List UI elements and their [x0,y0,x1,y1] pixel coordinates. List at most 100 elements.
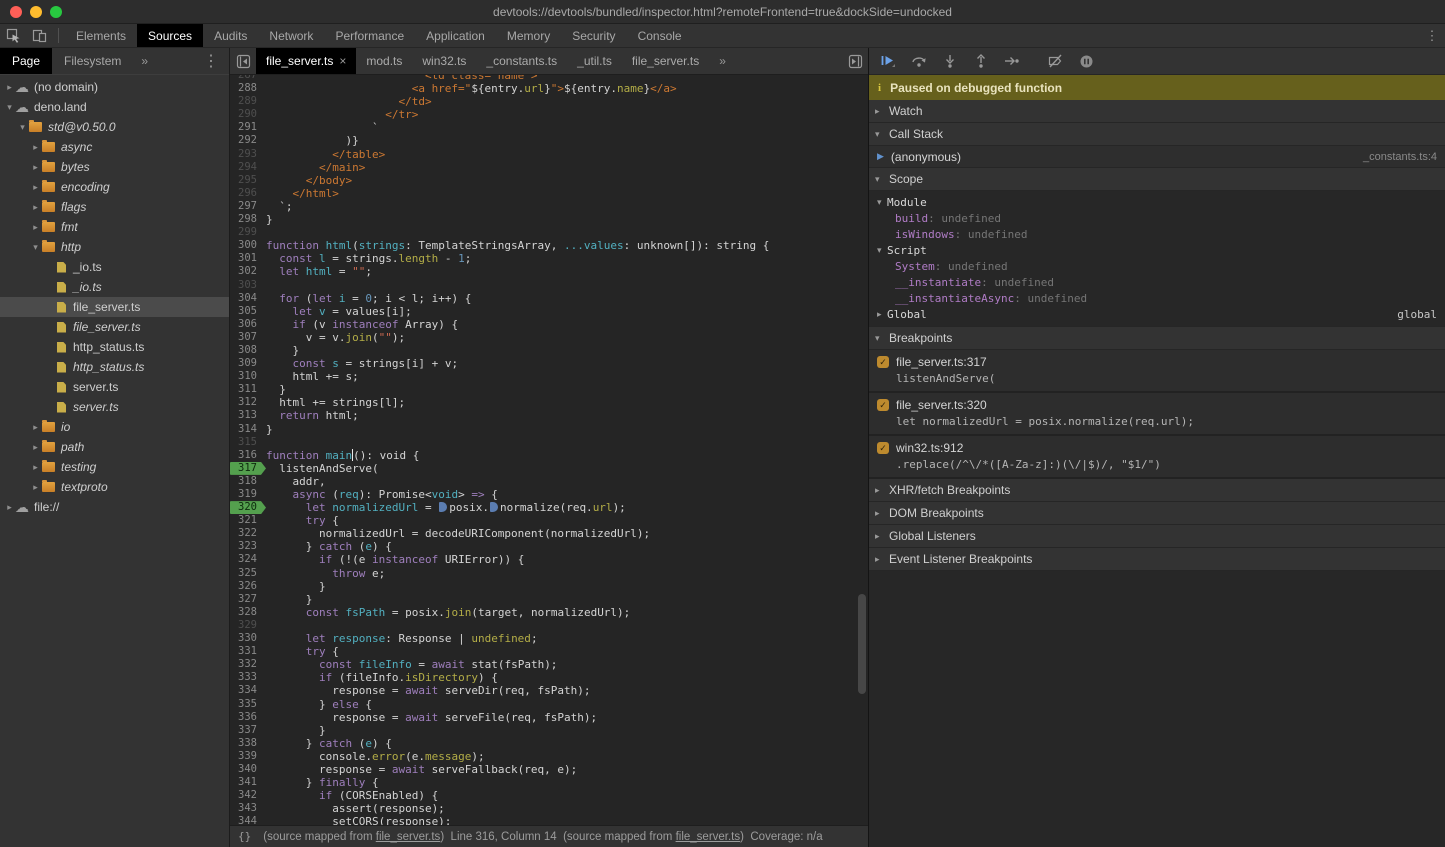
line-number[interactable]: 323 [230,540,266,553]
breakpoint-entry[interactable]: ✓file_server.ts:317listenAndServe( [869,350,1445,393]
code-line-292[interactable]: 292 )} [230,134,868,147]
tab-console[interactable]: Console [627,24,693,47]
tree-item-flags[interactable]: ▸flags [0,197,229,217]
scope-group-global[interactable]: ▸Globalglobal [869,306,1445,322]
tree-expand-arrow-icon[interactable]: ▸ [30,202,41,213]
code-line-299[interactable]: 299 [230,226,868,239]
editor-scrollbar[interactable] [857,75,867,825]
tree-item--no-domain-[interactable]: ▸☁(no domain) [0,77,229,97]
step-out-button[interactable] [972,53,990,69]
tab-filesystem[interactable]: Filesystem [52,48,133,74]
line-number[interactable]: 294 [230,161,266,174]
close-tab-icon[interactable]: × [339,54,346,68]
code-line-314[interactable]: 314} [230,423,868,436]
line-number[interactable]: 341 [230,776,266,789]
pause-on-exceptions-button[interactable] [1077,53,1095,69]
code-line-343[interactable]: 343 assert(response); [230,802,868,815]
section-call-stack[interactable]: ▾ Call Stack [869,123,1445,146]
breakpoint-badge[interactable]: 317 [230,462,266,475]
tree-item-io[interactable]: ▸io [0,417,229,437]
line-number[interactable]: 291 [230,121,266,134]
line-number[interactable]: 298 [230,213,266,226]
tree-expand-arrow-icon[interactable]: ▾ [30,242,41,253]
line-number[interactable]: 316 [230,449,266,462]
breakpoint-checkbox[interactable]: ✓ [877,356,889,368]
code-line-317[interactable]: 317 listenAndServe( [230,462,868,475]
line-number[interactable]: 327 [230,593,266,606]
breakpoint-entry[interactable]: ✓file_server.ts:320let normalizedUrl = p… [869,393,1445,436]
tab-elements[interactable]: Elements [65,24,137,47]
line-number[interactable]: 315 [230,436,266,449]
line-number[interactable]: 318 [230,475,266,488]
call-stack-frame[interactable]: ▶ (anonymous) _constants.ts:4 [869,146,1445,168]
line-number[interactable]: 301 [230,252,266,265]
breakpoint-checkbox[interactable]: ✓ [877,399,889,411]
code-line-298[interactable]: 298} [230,213,868,226]
line-number[interactable]: 326 [230,580,266,593]
code-line-321[interactable]: 321 try { [230,514,868,527]
pretty-print-icon[interactable]: {} [238,830,251,843]
tab-memory[interactable]: Memory [496,24,561,47]
tree-item-file-[interactable]: ▸☁file:// [0,497,229,517]
code-line-312[interactable]: 312 html += strings[l]; [230,396,868,409]
code-line-305[interactable]: 305 let v = values[i]; [230,305,868,318]
step-over-button[interactable] [910,53,928,69]
code-line-307[interactable]: 307 v = v.join(""); [230,331,868,344]
editor-tab-file_server.ts-5[interactable]: file_server.ts [622,48,709,74]
line-number[interactable]: 303 [230,279,266,292]
code-line-293[interactable]: 293 </table> [230,148,868,161]
section-watch[interactable]: ▸ Watch [869,100,1445,123]
tree-expand-arrow-icon[interactable]: ▸ [30,482,41,493]
code-line-311[interactable]: 311 } [230,383,868,396]
scope-property[interactable]: build: undefined [869,210,1445,226]
code-line-316[interactable]: 316function main(): void { [230,449,868,462]
code-line-323[interactable]: 323 } catch (e) { [230,540,868,553]
scrollbar-thumb[interactable] [858,594,866,694]
tree-item-fmt[interactable]: ▸fmt [0,217,229,237]
hide-navigator-icon[interactable] [230,48,256,74]
line-number[interactable]: 332 [230,658,266,671]
section-event-listener-breakpoints[interactable]: ▸Event Listener Breakpoints [869,548,1445,571]
scope-expand-arrow-icon[interactable]: ▸ [877,309,887,320]
line-number[interactable]: 313 [230,409,266,422]
code-line-325[interactable]: 325 throw e; [230,567,868,580]
line-number[interactable]: 304 [230,292,266,305]
line-number[interactable]: 322 [230,527,266,540]
line-number[interactable]: 340 [230,763,266,776]
scope-property[interactable]: isWindows: undefined [869,226,1445,242]
code-line-322[interactable]: 322 normalizedUrl = decodeURIComponent(n… [230,527,868,540]
line-number[interactable]: 338 [230,737,266,750]
editor-tab-_constants.ts-3[interactable]: _constants.ts [476,48,567,74]
tree-item-http-status.ts[interactable]: http_status.ts [0,357,229,377]
line-number[interactable]: 335 [230,698,266,711]
scope-expand-arrow-icon[interactable]: ▾ [877,197,887,208]
code-line-290[interactable]: 290 </tr> [230,108,868,121]
tree-item-http[interactable]: ▾http [0,237,229,257]
tree-item-std-v0.50.0[interactable]: ▾std@v0.50.0 [0,117,229,137]
line-number[interactable]: 331 [230,645,266,658]
scope-expand-arrow-icon[interactable]: ▾ [877,245,887,256]
scope-group-module[interactable]: ▾Module [869,194,1445,210]
tree-expand-arrow-icon[interactable]: ▸ [4,82,15,93]
tree-expand-arrow-icon[interactable]: ▾ [17,122,28,133]
code-line-288[interactable]: 288 <a href="${entry.url}">${entry.name}… [230,82,868,95]
line-number[interactable]: 319 [230,488,266,501]
tree-item-testing[interactable]: ▸testing [0,457,229,477]
deactivate-breakpoints-button[interactable] [1046,53,1064,69]
code-line-341[interactable]: 341 } finally { [230,776,868,789]
code-line-319[interactable]: 319 async (req): Promise<void> => { [230,488,868,501]
code-line-297[interactable]: 297 `; [230,200,868,213]
show-debugger-icon[interactable] [842,48,868,74]
tree-item-path[interactable]: ▸path [0,437,229,457]
line-number[interactable]: 308 [230,344,266,357]
line-number[interactable]: 287 [230,75,266,82]
line-number[interactable]: 302 [230,265,266,278]
line-number[interactable]: 292 [230,134,266,147]
source-map-link[interactable]: file_server.ts [376,831,441,843]
editor-tab-_util.ts-4[interactable]: _util.ts [567,48,622,74]
tree-expand-arrow-icon[interactable]: ▸ [30,182,41,193]
tree-expand-arrow-icon[interactable]: ▸ [30,162,41,173]
line-number[interactable]: 306 [230,318,266,331]
code-line-318[interactable]: 318 addr, [230,475,868,488]
code-line-327[interactable]: 327 } [230,593,868,606]
